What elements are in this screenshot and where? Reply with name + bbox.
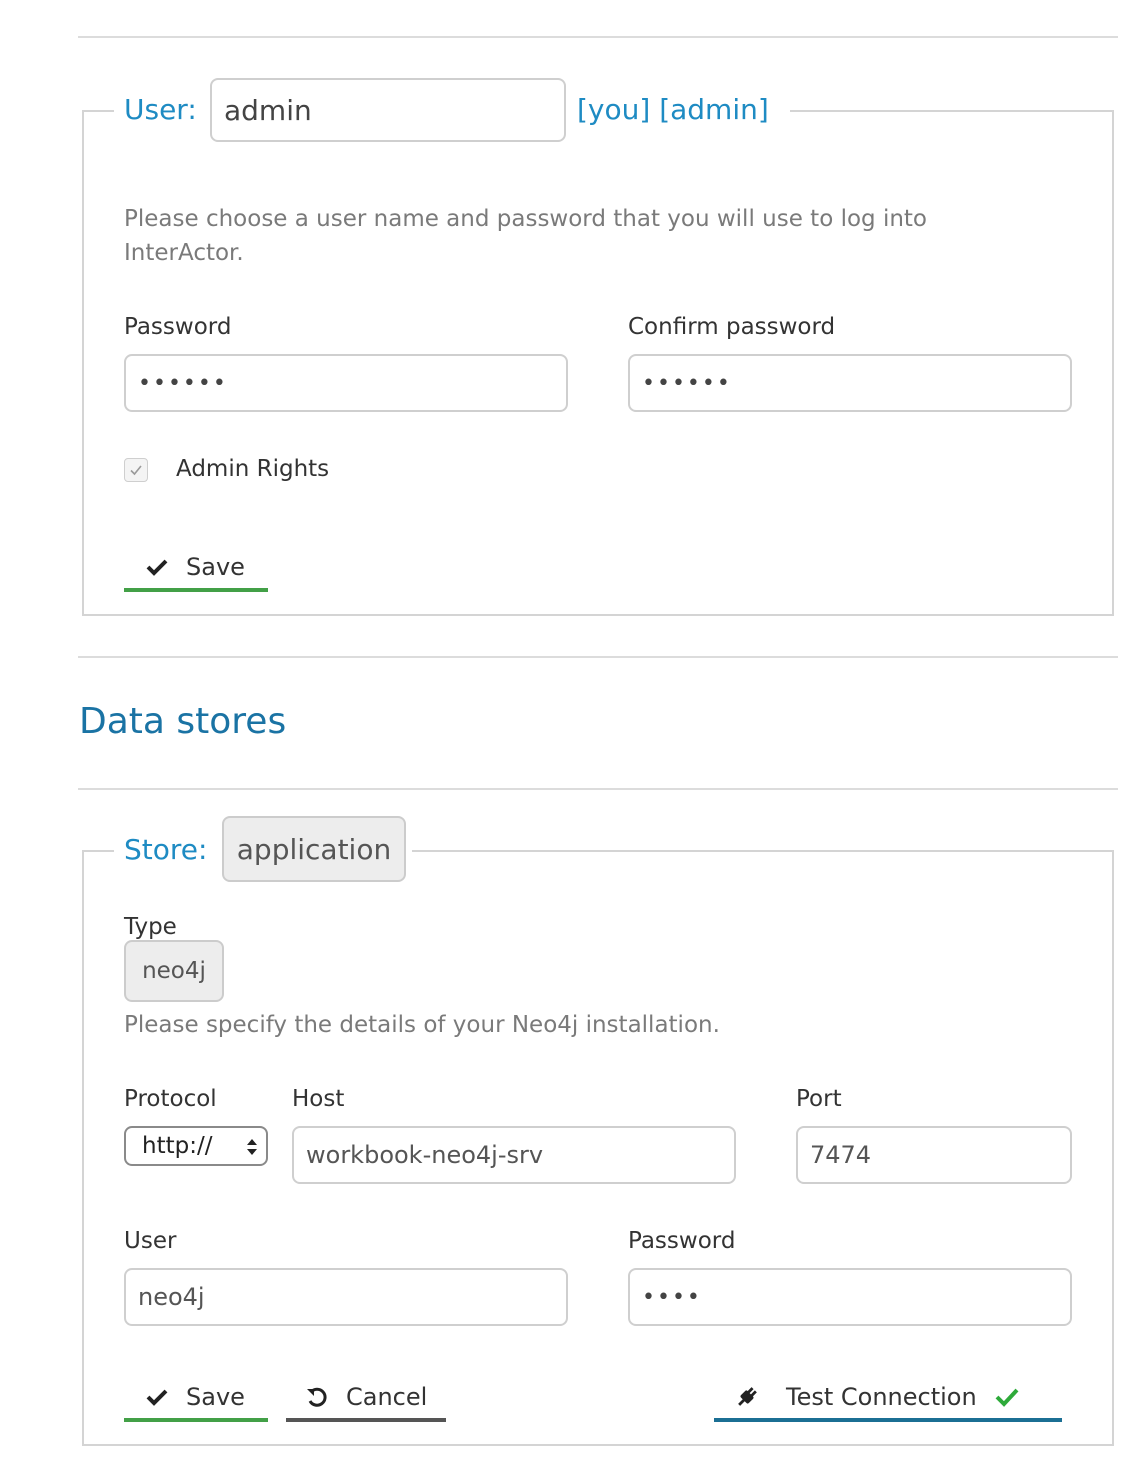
host-label: Host [292,1086,345,1112]
admin-rights-label: Admin Rights [176,456,330,482]
user-save-button[interactable]: Save [124,546,268,592]
store-help-text: Please specify the details of your Neo4j… [124,1012,720,1038]
password-label: Password [124,314,232,340]
store-name-badge: application [222,816,406,882]
data-stores-divider [78,788,1118,790]
type-badge: neo4j [124,940,224,1002]
store-cancel-button[interactable]: Cancel [286,1376,446,1422]
user-help-text: Please choose a user name and password t… [124,202,1084,270]
plug-icon [734,1384,760,1410]
password-mask: •••••• [138,370,228,396]
port-label: Port [796,1086,842,1112]
protocol-value: http:// [142,1133,213,1159]
store-password-input[interactable]: •••• [628,1268,1072,1326]
store-save-button[interactable]: Save [124,1376,268,1422]
user-legend-label: User: [124,93,197,126]
user-help-line-2: InterActor. [124,240,244,266]
confirm-password-input[interactable]: •••••• [628,354,1072,412]
store-user-input[interactable]: neo4j [124,1268,568,1326]
section-divider [78,656,1118,658]
store-password-label: Password [628,1228,736,1254]
data-stores-heading: Data stores [79,701,287,742]
store-cancel-label: Cancel [346,1383,428,1411]
user-tags: [you] [admin] [577,93,769,126]
select-arrows-icon [247,1139,257,1155]
store-user-value: neo4j [138,1283,205,1311]
host-value: workbook-neo4j-srv [306,1141,544,1169]
check-icon [144,554,170,580]
store-save-label: Save [186,1383,245,1411]
protocol-select[interactable]: http:// [124,1126,268,1166]
store-legend-label: Store: [124,833,208,866]
type-value: neo4j [142,958,206,984]
password-input[interactable]: •••••• [124,354,568,412]
check-icon [144,1384,170,1410]
host-input[interactable]: workbook-neo4j-srv [292,1126,736,1184]
top-divider [78,36,1118,38]
test-connection-label: Test Connection [786,1383,977,1411]
confirm-password-mask: •••••• [642,370,732,396]
user-help-line-1: Please choose a user name and password t… [124,206,928,232]
store-password-mask: •••• [642,1284,702,1310]
confirm-password-label: Confirm password [628,314,836,340]
type-label: Type [124,914,177,940]
port-input[interactable]: 7474 [796,1126,1072,1184]
checkmark-icon [130,465,142,476]
username-input[interactable]: admin [210,78,566,142]
success-check-icon [995,1387,1019,1407]
username-value: admin [224,93,312,127]
undo-icon [304,1384,330,1410]
store-user-label: User [124,1228,177,1254]
store-name: application [236,832,392,866]
user-save-label: Save [186,553,245,581]
test-connection-button[interactable]: Test Connection [714,1376,1062,1422]
admin-rights-checkbox[interactable] [124,458,148,482]
protocol-label: Protocol [124,1086,217,1112]
port-value: 7474 [810,1141,872,1169]
